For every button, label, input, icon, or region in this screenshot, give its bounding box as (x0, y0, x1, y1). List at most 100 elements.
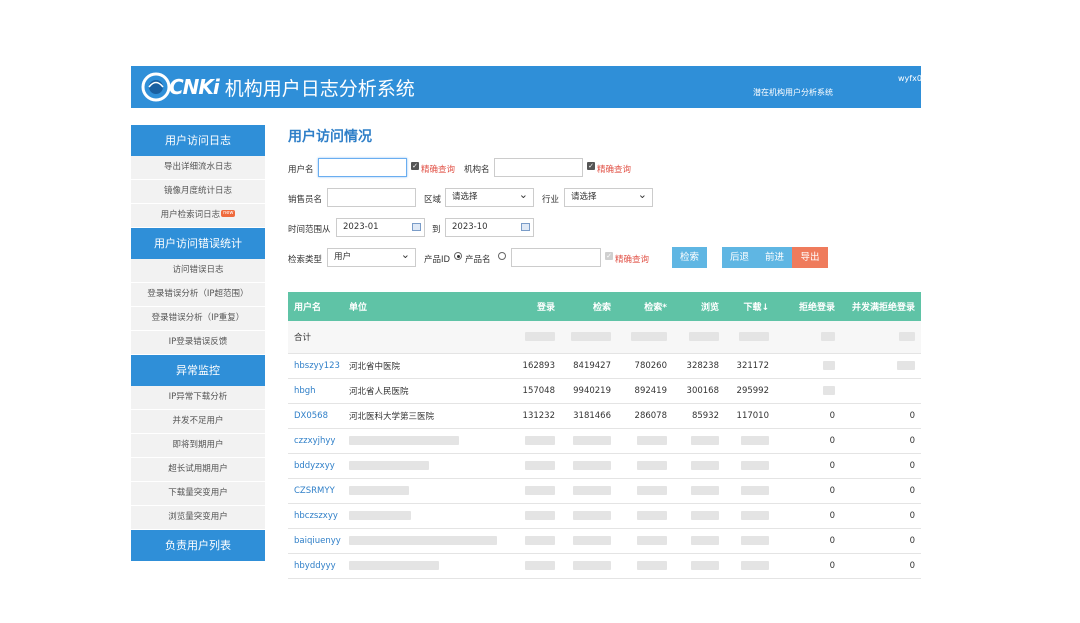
row-username-link[interactable]: hbgh (288, 378, 345, 404)
redacted-value (689, 332, 719, 341)
redacted-value (525, 461, 555, 470)
redacted-value (741, 536, 769, 545)
row-reject-login: 0 (775, 403, 841, 429)
sidebar-item-ip-login-feedback[interactable]: IP登录错误反馈 (131, 331, 265, 355)
sidebar-section-access-log[interactable]: 用户访问日志 (131, 125, 265, 156)
table-header-row: 用户名 单位 登录 检索 检索* 浏览 下载↓ 拒绝登录 并发满拒绝登录 (288, 292, 921, 321)
sidebar-item-download-spike-users[interactable]: 下载量突变用户 (131, 482, 265, 506)
table-row[interactable]: hbszyy123 河北省中医院 162893 8419427 780260 3… (288, 353, 921, 379)
row-search: 9940219 (561, 378, 617, 404)
sales-input[interactable] (327, 188, 416, 207)
row-search-star: 892419 (617, 378, 673, 404)
col-header-search-star[interactable]: 检索* (617, 292, 673, 321)
new-badge: new (221, 210, 236, 217)
table-row[interactable]: bddyzxyy 0 0 (288, 453, 921, 479)
row-login: 131232 (505, 403, 561, 429)
row-login: 162893 (505, 353, 561, 379)
username-exact-label: 精确查询 (421, 165, 456, 175)
table-row[interactable]: CZSRMYY 0 0 (288, 478, 921, 504)
table-row[interactable]: DX0568 河北医科大学第三医院 131232 3181466 286078 … (288, 403, 921, 429)
redacted-unit (349, 561, 439, 570)
sidebar-section-access-errors[interactable]: 用户访问错误统计 (131, 228, 265, 259)
redacted-unit (349, 461, 429, 470)
org-input[interactable] (494, 158, 583, 177)
redacted-value (741, 511, 769, 520)
row-username-link[interactable]: czzxyjhyy (288, 428, 345, 454)
time-to-input[interactable]: 2023-10 (445, 218, 534, 237)
row-search: 3181466 (561, 403, 617, 429)
sidebar-item-mirror-monthly-log[interactable]: 镜像月度统计日志 (131, 180, 265, 204)
page-title: 用户访问情况 (288, 129, 372, 145)
product-input[interactable] (511, 248, 601, 267)
product-exact-checkbox[interactable]: ✓ (605, 252, 613, 260)
sidebar-item-long-trial-users[interactable]: 超长试用期用户 (131, 458, 265, 482)
sidebar-item-login-error-ip-range[interactable]: 登录错误分析（IP超范围） (131, 283, 265, 307)
col-header-unit[interactable]: 单位 (345, 292, 505, 321)
product-name-radio[interactable] (498, 252, 506, 260)
industry-label: 行业 (542, 195, 560, 205)
redacted-unit (349, 536, 497, 545)
redacted-value (631, 332, 667, 341)
time-from-input[interactable]: 2023-01 (336, 218, 425, 237)
search-type-select[interactable]: 用户 (327, 246, 416, 267)
product-id-radio[interactable] (454, 252, 462, 260)
sidebar-item-login-error-ip-dup[interactable]: 登录错误分析（IP重复） (131, 307, 265, 331)
row-username-link[interactable]: baiqiuenyy (288, 528, 345, 554)
col-header-browse[interactable]: 浏览 (673, 292, 725, 321)
sidebar-item-access-error-log[interactable]: 访问错误日志 (131, 259, 265, 283)
sidebar-item-ip-abnormal-download[interactable]: IP异常下载分析 (131, 386, 265, 410)
sidebar-item-export-detail-log[interactable]: 导出详细流水日志 (131, 156, 265, 180)
header-subsystem-link[interactable]: 潜在机构用户分析系统 (753, 87, 833, 98)
table-row[interactable]: hbczszxyy 0 0 (288, 503, 921, 529)
table-row[interactable]: baiqiuenyy 0 0 (288, 528, 921, 554)
row-browse: 328238 (673, 353, 725, 379)
row-username-link[interactable]: hbyddyyy (288, 553, 345, 579)
redacted-value (573, 561, 611, 570)
row-username-link[interactable]: hbszyy123 (288, 353, 345, 379)
redacted-value (637, 561, 667, 570)
region-select[interactable]: 请选择 (445, 186, 534, 207)
time-to-label: 到 (432, 225, 441, 235)
col-header-user[interactable]: 用户名 (288, 292, 345, 321)
sidebar-item-search-term-log[interactable]: 用户检索词日志 new (131, 204, 265, 228)
row-download: 321172 (725, 353, 775, 379)
forward-button[interactable]: 前进 (757, 247, 792, 268)
search-button[interactable]: 检索 (672, 247, 707, 268)
calendar-icon[interactable] (412, 223, 421, 231)
table-row[interactable]: czzxyjhyy 0 0 (288, 428, 921, 454)
current-user[interactable]: wyfx0 (898, 74, 922, 83)
table-row[interactable]: hbyddyyy 0 0 (288, 553, 921, 579)
export-button[interactable]: 导出 (792, 247, 828, 268)
redacted-value (691, 461, 719, 470)
redacted-value (691, 561, 719, 570)
sidebar-section-responsible-users[interactable]: 负责用户列表 (131, 530, 265, 561)
total-label: 合计 (288, 321, 345, 354)
col-header-reject-login[interactable]: 拒绝登录 (775, 292, 841, 321)
table-row[interactable]: hbgh 河北省人民医院 157048 9940219 892419 30016… (288, 378, 921, 404)
row-username-link[interactable]: DX0568 (288, 403, 345, 429)
back-button[interactable]: 后退 (722, 247, 757, 268)
calendar-icon[interactable] (521, 223, 530, 231)
row-username-link[interactable]: hbczszxyy (288, 503, 345, 529)
sidebar-section-anomaly-monitor[interactable]: 异常监控 (131, 355, 265, 386)
industry-select[interactable]: 请选择 (564, 186, 653, 207)
row-browse: 85932 (673, 403, 725, 429)
sidebar-item-browse-spike-users[interactable]: 浏览量突变用户 (131, 506, 265, 530)
sidebar-item-insufficient-concurrency[interactable]: 并发不足用户 (131, 410, 265, 434)
col-header-download[interactable]: 下载↓ (725, 292, 775, 321)
redacted-value (637, 511, 667, 520)
username-exact-checkbox[interactable]: ✓ (411, 162, 419, 170)
redacted-unit (349, 511, 411, 520)
col-header-search[interactable]: 检索 (561, 292, 617, 321)
row-username-link[interactable]: CZSRMYY (288, 478, 345, 504)
org-exact-checkbox[interactable]: ✓ (587, 162, 595, 170)
row-username-link[interactable]: bddyzxyy (288, 453, 345, 479)
row-reject-login: 0 (775, 428, 841, 454)
cnki-logo[interactable]: CNKi 机构用户日志分析系统 (141, 72, 415, 102)
col-header-login[interactable]: 登录 (505, 292, 561, 321)
sidebar-item-expiring-users[interactable]: 即将到期用户 (131, 434, 265, 458)
username-input[interactable] (318, 158, 407, 177)
row-reject-login: 0 (775, 528, 841, 554)
col-header-concurrency-reject[interactable]: 并发满拒绝登录 (841, 292, 921, 321)
redacted-value (525, 536, 555, 545)
